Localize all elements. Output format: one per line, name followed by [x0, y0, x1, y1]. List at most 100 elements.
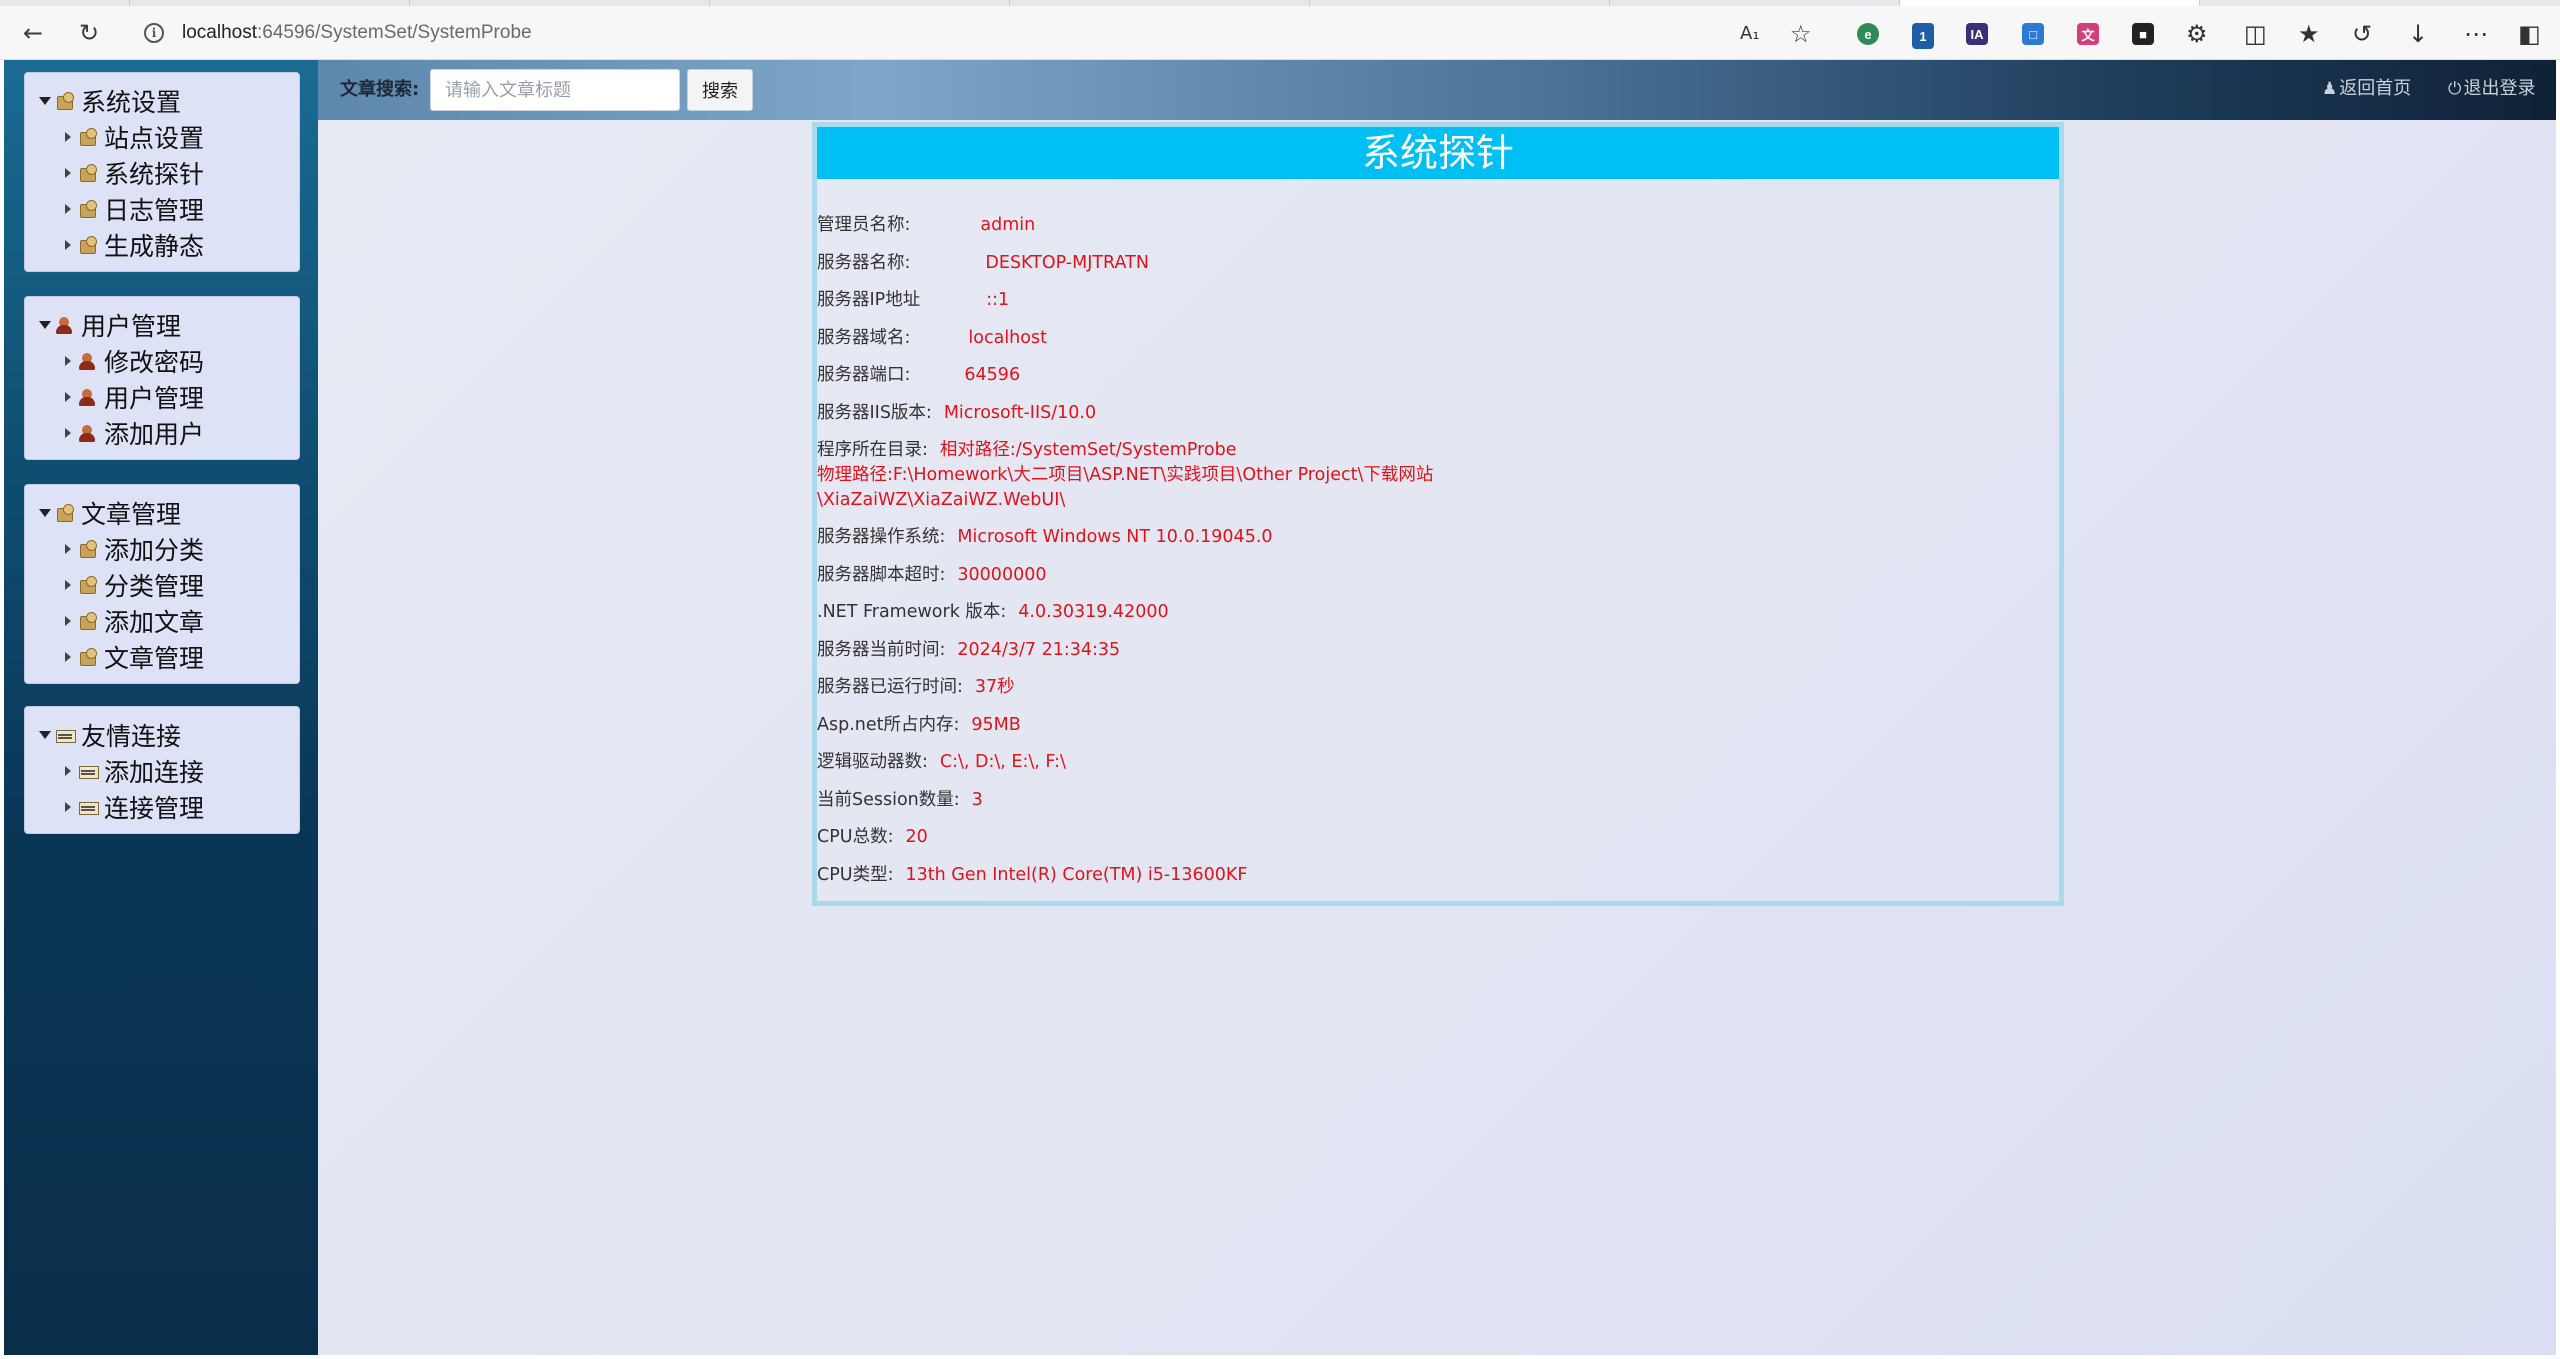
chevron-right-icon [65, 544, 71, 554]
url-text: localhost:64596/SystemSet/SystemProbe [182, 22, 532, 43]
menu-item-link-management[interactable]: 连接管理 [25, 789, 299, 825]
row-key: 当前Session数量: [817, 790, 960, 810]
row-value: 3 [971, 790, 983, 810]
row-key: CPU类型: [817, 865, 894, 885]
row-value: Microsoft Windows NT 10.0.19045.0 [957, 527, 1273, 547]
row-key: 服务器IIS版本: [817, 403, 932, 423]
sidebar-toggle-icon[interactable]: ◧ [2518, 20, 2541, 48]
chevron-right-icon [65, 168, 71, 178]
menu-item-add-link[interactable]: 添加连接 [25, 753, 299, 789]
extension-translate-icon[interactable]: 文 [2077, 23, 2099, 45]
user-icon [78, 388, 98, 406]
chevron-down-icon [39, 509, 51, 517]
package-icon [55, 92, 75, 110]
back-icon[interactable]: ← [16, 16, 50, 50]
row-value: 物理路径:F:\Homework\大二项目\ASP.NET\实践项目\Other… [817, 465, 1434, 485]
menu-item-change-password[interactable]: 修改密码 [25, 343, 299, 379]
menu-item-label: 修改密码 [104, 348, 205, 377]
split-screen-icon[interactable]: ◫ [2244, 20, 2267, 48]
link-card-icon [78, 762, 99, 780]
menu-item-category-management[interactable]: 分类管理 [25, 567, 299, 603]
menu-item-system-probe[interactable]: 系统探针 [25, 155, 299, 191]
row-value: localhost [968, 328, 1047, 348]
package-icon [78, 164, 98, 182]
menu-group-header[interactable]: 友情连接 [25, 717, 299, 753]
logout-link-label: 退出登录 [2463, 78, 2536, 99]
row-key: 服务器端口: [817, 365, 911, 385]
download-icon[interactable]: ↓ [2408, 20, 2428, 48]
menu-group-system: 系统设置 站点设置 系统探针 日志管理 生成静态 [24, 72, 300, 272]
menu-group-header[interactable]: 文章管理 [25, 495, 299, 531]
probe-row-dotnet-version: .NET Framework 版本: 4.0.30319.42000 [817, 600, 1169, 624]
chevron-down-icon [39, 731, 51, 739]
extension-ia-icon[interactable]: IA [1966, 23, 1988, 45]
row-value: 2024/3/7 21:34:35 [957, 640, 1121, 660]
chevron-right-icon [65, 240, 71, 250]
row-value: 64596 [964, 365, 1021, 385]
probe-row-script-timeout: 服务器脚本超时: 30000000 [817, 563, 1046, 587]
extension-game-icon[interactable]: ■ [2132, 23, 2154, 45]
probe-row-uptime: 服务器已运行时间: 37秒 [817, 675, 1015, 699]
home-link[interactable]: ♟ 返回首页 [2322, 74, 2411, 104]
page-title: 系统探针 [817, 127, 2059, 179]
site-info-icon[interactable]: i [144, 23, 164, 43]
row-value: admin [980, 215, 1036, 235]
chevron-right-icon [65, 580, 71, 590]
menu-group-header[interactable]: 系统设置 [25, 83, 299, 119]
favorites-icon[interactable]: ★ [2298, 20, 2320, 48]
menu-group-header[interactable]: 用户管理 [25, 307, 299, 343]
extension-badge-icon[interactable]: 1 [1912, 23, 1934, 49]
menu-item-label: 用户管理 [104, 384, 205, 413]
probe-row-server-port: 服务器端口: 64596 [817, 363, 1020, 387]
user-icon: ♟ [2322, 79, 2338, 99]
user-icon [78, 352, 98, 370]
probe-row-physical-path-cont: \XiaZaiWZ\XiaZaiWZ.WebUI\ [817, 488, 1065, 512]
package-icon [78, 612, 98, 630]
chevron-right-icon [65, 356, 71, 366]
page-body: 系统设置 站点设置 系统探针 日志管理 生成静态 用户管理 修改密码 用户管理 … [4, 60, 2556, 1355]
refresh-icon[interactable]: ↻ [72, 16, 106, 50]
menu-group-title: 用户管理 [81, 312, 182, 341]
more-menu-icon[interactable]: ⋯ [2464, 20, 2488, 48]
chevron-right-icon [65, 204, 71, 214]
menu-item-label: 分类管理 [104, 572, 205, 601]
search-button[interactable]: 搜索 [687, 69, 753, 111]
extension-crop-icon[interactable]: □ [2022, 23, 2044, 45]
row-key: 服务器脚本超时: [817, 565, 946, 585]
extensions-puzzle-icon[interactable]: ⚙ [2186, 20, 2208, 48]
history-icon[interactable]: ↺ [2352, 20, 2372, 48]
user-icon [55, 316, 75, 334]
menu-item-label: 系统探针 [104, 160, 205, 189]
menu-item-log-management[interactable]: 日志管理 [25, 191, 299, 227]
extension-globe-icon[interactable]: e [1857, 23, 1879, 45]
menu-item-label: 文章管理 [104, 644, 205, 673]
menu-item-generate-static[interactable]: 生成静态 [25, 227, 299, 263]
read-aloud-icon[interactable]: A₁ [1740, 20, 1760, 48]
package-icon [78, 236, 98, 254]
menu-item-add-user[interactable]: 添加用户 [25, 415, 299, 451]
favorite-star-icon[interactable]: ☆ [1790, 20, 1812, 48]
search-input[interactable] [430, 69, 680, 111]
row-value: DESKTOP-MJTRATN [985, 253, 1149, 273]
menu-item-label: 添加连接 [104, 758, 205, 787]
logout-link[interactable]: ⏻ 退出登录 [2448, 74, 2535, 104]
row-value: 30000000 [957, 565, 1047, 585]
address-bar[interactable]: i localhost:64596/SystemSet/SystemProbe [130, 13, 1830, 53]
menu-item-user-management[interactable]: 用户管理 [25, 379, 299, 415]
menu-item-label: 添加文章 [104, 608, 205, 637]
menu-item-add-article[interactable]: 添加文章 [25, 603, 299, 639]
probe-row-server-ip: 服务器IP地址::1 [817, 288, 1009, 312]
package-icon [78, 200, 98, 218]
user-icon [78, 424, 98, 442]
menu-item-article-management[interactable]: 文章管理 [25, 639, 299, 675]
menu-item-site-settings[interactable]: 站点设置 [25, 119, 299, 155]
menu-item-label: 生成静态 [104, 232, 205, 261]
chevron-right-icon [65, 392, 71, 402]
row-value: C:\, D:\, E:\, F:\ [939, 752, 1066, 772]
power-icon: ⏻ [2448, 79, 2462, 99]
menu-item-add-category[interactable]: 添加分类 [25, 531, 299, 567]
menu-item-label: 站点设置 [104, 124, 205, 153]
package-icon [78, 576, 98, 594]
probe-row-drives: 逻辑驱动器数: C:\, D:\, E:\, F:\ [817, 750, 1066, 774]
row-value: 13th Gen Intel(R) Core(TM) i5-13600KF [905, 865, 1248, 885]
